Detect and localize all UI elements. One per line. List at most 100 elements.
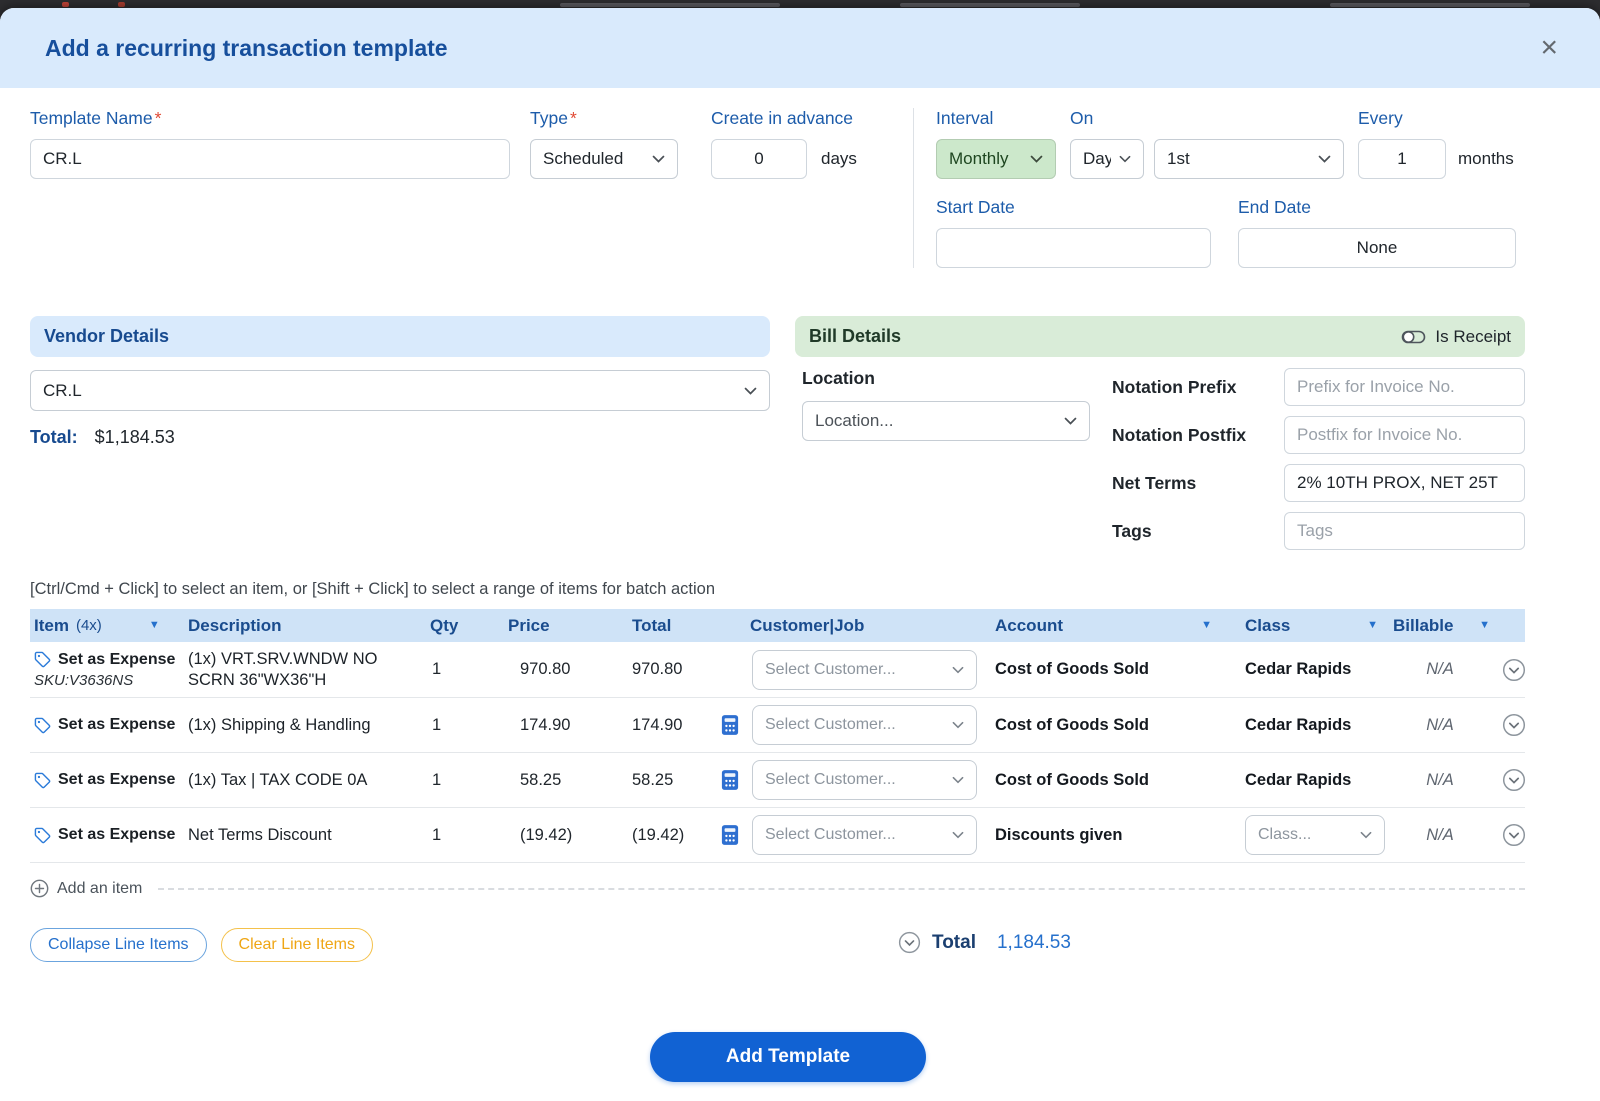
on-ordinal-select[interactable]: 1st	[1154, 139, 1344, 179]
calculator-icon[interactable]	[721, 769, 739, 791]
template-name-label: Template Name *	[30, 108, 510, 129]
chevron-down-icon	[1119, 155, 1131, 163]
every-input[interactable]	[1358, 139, 1446, 179]
customer-select[interactable]: Select Customer...	[752, 815, 977, 856]
template-settings-section: Template Name* Type* Scheduled Create in…	[0, 88, 1600, 268]
row-expand-button[interactable]	[1502, 713, 1526, 737]
item-account: Cost of Goods Sold	[995, 660, 1149, 679]
calculator-icon[interactable]	[721, 824, 739, 846]
tag-icon	[34, 717, 51, 734]
net-terms-label: Net Terms	[1112, 472, 1197, 493]
item-class: Cedar Rapids	[1245, 770, 1352, 789]
end-date-input[interactable]	[1238, 228, 1516, 268]
tag-icon	[34, 772, 51, 789]
table-row: Set as Expense (1x) Shipping & Handling …	[30, 698, 1526, 754]
vendor-total-value: $1,184.53	[94, 427, 175, 447]
close-icon[interactable]: ×	[1540, 33, 1558, 63]
vendor-select-value: CR.L	[43, 380, 82, 400]
row-expand-button[interactable]	[1502, 768, 1526, 792]
column-header-description: Description	[188, 615, 282, 635]
set-as-expense-button[interactable]: Set as Expense	[34, 716, 188, 734]
add-item-label: Add an item	[57, 879, 143, 897]
on-day-select[interactable]: Day	[1070, 139, 1144, 179]
calculator-icon	[721, 825, 739, 846]
add-template-button[interactable]: Add Template	[650, 1032, 926, 1083]
customer-select[interactable]: Select Customer...	[752, 649, 977, 690]
chevron-down-icon	[744, 387, 757, 395]
required-asterisk: *	[154, 108, 162, 128]
customer-select-placeholder: Select Customer...	[765, 660, 896, 678]
table-header-row: Item (4x) ▼ Description Qty Price Total …	[30, 609, 1525, 642]
dropdown-triangle-icon[interactable]: ▼	[1479, 620, 1490, 631]
calculator-icon[interactable]	[721, 714, 739, 736]
add-item-button[interactable]: Add an item	[30, 879, 142, 898]
chevron-down-icon	[652, 155, 665, 163]
every-group: Every months	[1358, 108, 1514, 179]
item-sku: SKU:V3636NS	[34, 671, 134, 689]
set-as-expense-button[interactable]: Set as Expense	[34, 771, 188, 789]
start-date-input[interactable]	[936, 228, 1211, 268]
sort-triangle-icon[interactable]: ▼	[149, 620, 160, 631]
start-date-group: Start Date	[936, 197, 1211, 268]
clear-line-items-button[interactable]: Clear Line Items	[220, 928, 374, 963]
background-artifact	[900, 3, 1080, 7]
end-date-label: End Date	[1238, 197, 1311, 217]
notation-postfix-input[interactable]	[1284, 416, 1525, 454]
dropdown-triangle-icon[interactable]: ▼	[1367, 620, 1378, 631]
item-total: 174.90	[632, 715, 683, 734]
tag-icon	[34, 651, 51, 668]
item-total: 58.25	[632, 770, 674, 789]
type-group: Type * Scheduled	[530, 108, 678, 268]
chevron-down-icon	[952, 722, 964, 729]
set-as-expense-button[interactable]: Set as Expense	[34, 651, 188, 669]
batch-action-hint: [Ctrl/Cmd + Click] to select an item, or…	[30, 580, 716, 598]
net-terms-input[interactable]	[1284, 464, 1525, 502]
set-as-expense-button[interactable]: Set as Expense	[34, 826, 188, 844]
item-qty: 1	[432, 825, 442, 844]
item-account: Cost of Goods Sold	[995, 770, 1149, 789]
circle-chevron-down-icon	[1502, 658, 1525, 681]
circle-chevron-down-icon	[1502, 714, 1525, 737]
location-label: Location	[802, 368, 875, 388]
set-as-expense-label: Set as Expense	[58, 771, 176, 789]
set-as-expense-label: Set as Expense	[58, 716, 176, 734]
table-row: Set as Expense Net Terms Discount 1 (19.…	[30, 808, 1526, 864]
is-receipt-control[interactable]: Is Receipt	[1401, 327, 1511, 347]
background-artifact	[560, 3, 780, 7]
add-recurring-transaction-modal: Add a recurring transaction template × T…	[0, 8, 1600, 1101]
row-expand-button[interactable]	[1502, 823, 1526, 847]
required-asterisk: *	[569, 108, 577, 128]
on-group: On Day 1st	[1070, 108, 1344, 179]
dropdown-triangle-icon[interactable]: ▼	[1201, 620, 1212, 631]
collapse-line-items-button[interactable]: Collapse Line Items	[30, 928, 207, 963]
location-group: Location Location...	[802, 368, 1102, 560]
column-header-item: Item (4x) ▼	[30, 616, 188, 636]
chevron-down-icon	[952, 666, 964, 674]
bill-details-title: Bill Details	[809, 326, 902, 346]
table-row: Set as Expense SKU:V3636NS (1x) VRT.SRV.…	[30, 642, 1526, 699]
location-select[interactable]: Location...	[802, 401, 1090, 441]
type-select[interactable]: Scheduled	[530, 139, 678, 179]
tags-input[interactable]	[1284, 512, 1525, 550]
column-header-price: Price	[508, 615, 550, 635]
background-artifact	[118, 2, 125, 7]
column-header-total: Total	[632, 615, 672, 635]
column-header-billable: Billable ▼	[1390, 616, 1490, 636]
item-description: Net Terms Discount	[188, 825, 332, 844]
customer-select[interactable]: Select Customer...	[752, 760, 977, 801]
total-collapse-button[interactable]	[898, 931, 921, 954]
class-select[interactable]: Class...	[1245, 815, 1385, 856]
item-total: 970.80	[632, 660, 683, 679]
type-label-text: Type	[530, 108, 568, 128]
customer-select[interactable]: Select Customer...	[752, 705, 977, 746]
notation-prefix-input[interactable]	[1284, 368, 1525, 406]
template-name-input[interactable]	[30, 139, 510, 179]
row-expand-button[interactable]	[1502, 658, 1526, 682]
interval-select[interactable]: Monthly	[936, 139, 1056, 179]
billable-header-label: Billable	[1393, 615, 1454, 635]
vendor-select[interactable]: CR.L	[30, 370, 770, 411]
calculator-icon	[721, 715, 739, 736]
divider	[158, 887, 1525, 890]
create-in-advance-input[interactable]	[711, 139, 807, 179]
item-description: (1x) Tax | TAX CODE 0A	[188, 770, 368, 789]
